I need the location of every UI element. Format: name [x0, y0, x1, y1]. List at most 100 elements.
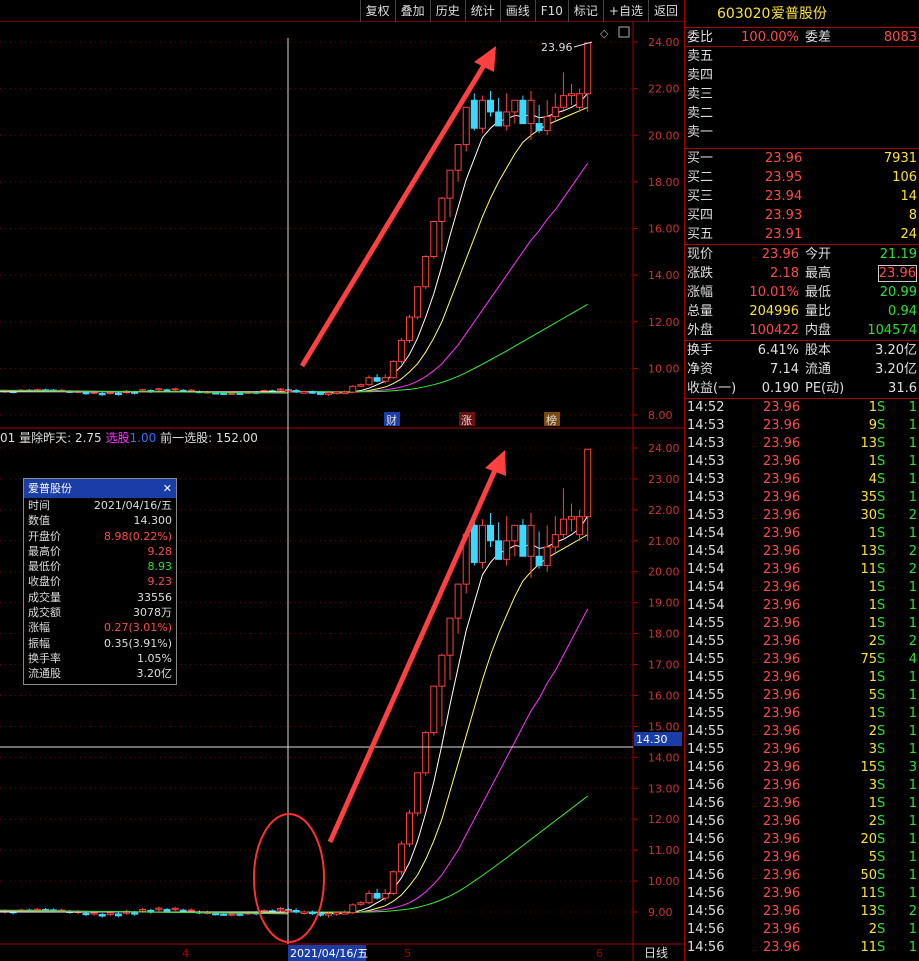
fundamental-value: 7.14 — [770, 362, 799, 377]
history-candle — [212, 913, 220, 916]
candle-body — [349, 904, 357, 914]
buy-level-price: 23.96 — [765, 151, 803, 166]
indicator-title: 01 量除昨天: 2.75 选股1.00 前一选股: 152.00 — [0, 429, 258, 446]
fundamental-label: 净资 — [687, 362, 714, 377]
lower-axis-label: 11.00 — [648, 844, 680, 857]
tick-row: 14:54 23.96 1 S 1 — [685, 579, 919, 597]
tick-price: 23.96 — [763, 706, 801, 721]
lower-axis-label: 15.00 — [648, 720, 680, 733]
tick-side: S — [877, 724, 886, 739]
history-candle — [82, 392, 90, 395]
candle-body — [316, 392, 324, 395]
history-candle — [114, 913, 122, 917]
candle-body — [543, 546, 551, 567]
candle-body — [397, 843, 405, 873]
sell-level-row: 卖五 — [685, 47, 919, 66]
price-axis-upper: 24.00 22.00 20.00 18.00 16.00 14.00 12.00 10.00… — [633, 36, 680, 422]
tick-volume: 1 — [868, 454, 877, 469]
tick-volume: 2 — [868, 814, 877, 829]
fundamental-row: 收益(一) 0.190 PE(动) 31.6 — [685, 379, 919, 398]
tick-price: 23.96 — [763, 490, 801, 505]
toolbar-item-6[interactable]: 标记 — [567, 0, 603, 22]
buy-level-label: 买五 — [687, 227, 714, 242]
candle-body — [568, 93, 575, 97]
fundamental-value-2: 3.20亿 — [875, 343, 917, 358]
prev-select-label: 前一选股: 152.00 — [160, 431, 258, 445]
quote-label-2: 最高 — [805, 266, 832, 281]
tick-row: 14:56 23.96 50 S 1 — [685, 867, 919, 885]
candle-body — [292, 390, 300, 393]
tick-side: S — [877, 670, 886, 685]
tick-price: 23.96 — [763, 688, 801, 703]
tick-row: 14:56 23.96 13 S 2 — [685, 903, 919, 921]
tick-list[interactable]: 14:52 23.96 1 S 1 14:53 23.96 9 S 1 14:53 23.96 13 S 1… — [685, 398, 919, 957]
tick-price: 23.96 — [763, 598, 801, 613]
tick-volume: 1 — [868, 400, 877, 415]
history-candle — [228, 392, 236, 395]
tick-price: 23.96 — [763, 886, 801, 901]
tick-row: 14:56 23.96 2 S 1 — [685, 921, 919, 939]
quote-value: 2.18 — [770, 266, 799, 281]
candle-info-box[interactable]: 爱普股份 ✕ 时间 2021/04/16/五 数值 14.300 开盘价 8.98(0.22… — [23, 478, 177, 685]
sell-levels: 卖五 卖四 卖三 卖二 卖一 — [685, 47, 919, 148]
fundamental-label: 换手 — [687, 343, 714, 358]
upper-axis-label: 16.00 — [648, 223, 680, 236]
toolbar-item-0[interactable]: 复权 — [359, 0, 395, 22]
tick-volume: 75 — [860, 652, 877, 667]
high-price-label: 23.96 — [541, 41, 573, 54]
toolbar-item-4[interactable]: 画线 — [499, 0, 535, 22]
info-row: 开盘价 8.98(0.22%) — [24, 529, 176, 544]
info-key: 最高价 — [28, 544, 61, 558]
tick-side: S — [877, 814, 886, 829]
upper-axis-label: 8.00 — [648, 409, 673, 422]
sell-level-label: 卖一 — [687, 125, 714, 140]
toolbar-item-5[interactable]: F10 — [534, 0, 568, 22]
fundamental-label: 收益(一) — [687, 381, 737, 396]
tick-count: 2 — [908, 634, 917, 649]
tick-price: 23.96 — [763, 742, 801, 757]
info-value: 33556 — [137, 590, 172, 604]
history-candle — [220, 913, 228, 916]
upper-axis-label: 22.00 — [648, 83, 680, 96]
tick-row: 14:55 23.96 1 S 1 — [685, 615, 919, 633]
candle-body — [389, 360, 397, 379]
toolbar-item-8[interactable]: 返回 — [647, 0, 683, 22]
tick-count: 1 — [908, 490, 917, 505]
info-key: 收盘价 — [28, 575, 61, 589]
tick-time: 14:55 — [687, 742, 725, 757]
tick-count: 1 — [908, 454, 917, 469]
toolbar-item-7[interactable]: +自选 — [602, 0, 648, 22]
candle-body — [584, 448, 592, 518]
candle-body — [349, 385, 357, 393]
candles-lower — [284, 448, 592, 918]
history-candle — [187, 389, 195, 392]
toolbar-item-3[interactable]: 统计 — [464, 0, 500, 22]
tick-volume: 1 — [868, 526, 877, 541]
tick-row: 14:55 23.96 2 S 2 — [685, 633, 919, 651]
quote-row: 总量 204996 量比 0.94 — [685, 302, 919, 321]
candle-body — [446, 617, 454, 656]
toolbar-item-2[interactable]: 历史 — [429, 0, 465, 22]
tick-row: 14:55 23.96 1 S 1 — [685, 669, 919, 687]
candle-body — [470, 524, 478, 563]
info-row: 流通股 3.20亿 — [24, 666, 176, 681]
close-icon[interactable]: ✕ — [163, 479, 172, 498]
tick-side: S — [877, 940, 886, 955]
sell-level-row: 卖四 — [685, 66, 919, 85]
tick-row: 14:55 23.96 5 S 1 — [685, 687, 919, 705]
buy-level-volume: 14 — [900, 189, 917, 204]
tick-count: 1 — [908, 886, 917, 901]
tick-price: 23.96 — [763, 940, 801, 955]
candle-body — [406, 812, 413, 845]
info-value: 2021/04/16/五 — [93, 499, 172, 512]
quote-label-2: 量比 — [805, 304, 832, 319]
candle-body — [308, 391, 316, 394]
candle-body — [511, 99, 519, 113]
tick-volume: 2 — [868, 724, 877, 739]
history-candle — [236, 913, 244, 916]
candle-body — [576, 516, 584, 536]
toolbar-item-1[interactable]: 叠加 — [394, 0, 430, 22]
quote-label: 涨跌 — [687, 266, 714, 281]
tick-count: 1 — [908, 850, 917, 865]
tick-count: 1 — [908, 706, 917, 721]
